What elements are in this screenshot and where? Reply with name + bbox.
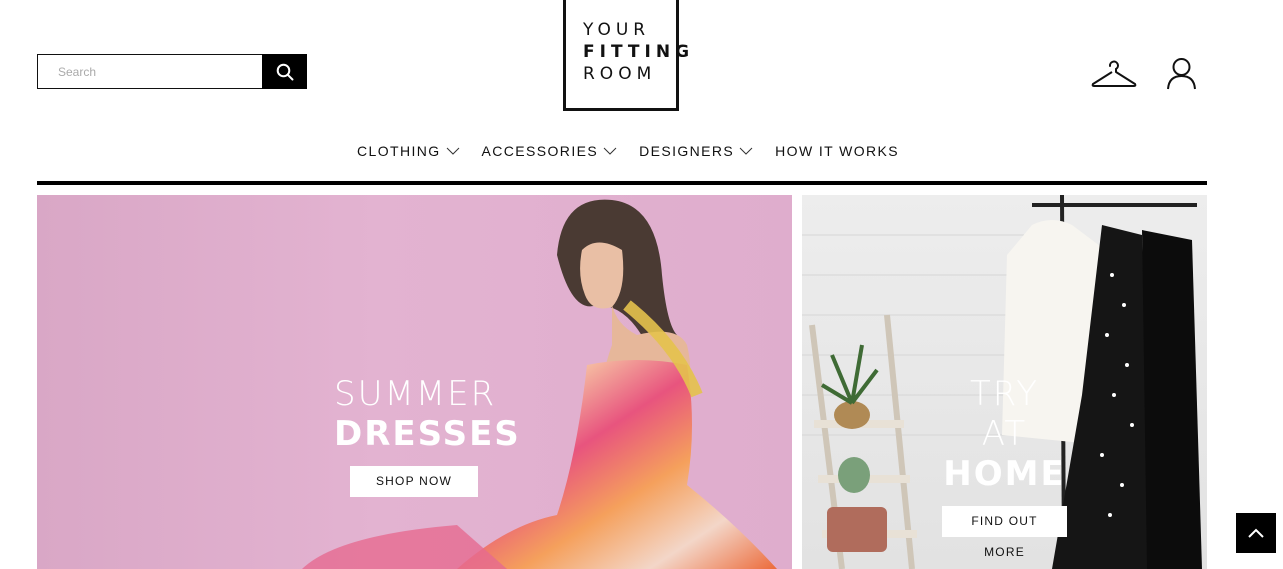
nav-item-designers[interactable]: DESIGNERS	[639, 143, 753, 159]
summer-dresses-caption: SUMMER DRESSES SHOP NOW	[334, 374, 521, 497]
logo-line-3: ROOM	[583, 64, 657, 84]
chevron-up-icon	[1248, 528, 1264, 538]
chevron-down-icon	[446, 147, 459, 155]
try-at-home-caption: TRY AT HOME FIND OUT MORE	[942, 374, 1067, 560]
search-icon	[276, 63, 293, 80]
site-logo[interactable]: YOUR FITTING ROOM	[563, 0, 689, 111]
logo-line-1: YOUR	[583, 20, 651, 40]
logo-line-2: FITTING	[583, 42, 695, 62]
banner-title-line-2: DRESSES	[334, 414, 521, 454]
search-button[interactable]	[262, 54, 307, 89]
nav-item-label: CLOTHING	[357, 143, 441, 159]
nav-item-clothing[interactable]: CLOTHING	[357, 143, 460, 159]
nav-divider	[37, 181, 1207, 185]
find-out-more-button[interactable]: FIND OUT MORE	[942, 506, 1067, 559]
nav-item-label: HOW IT WORKS	[775, 143, 900, 159]
nav-item-accessories[interactable]: ACCESSORIES	[482, 143, 618, 159]
try-at-home-banner[interactable]: TRY AT HOME FIND OUT MORE	[802, 195, 1207, 569]
shop-now-button[interactable]: SHOP NOW	[349, 466, 479, 497]
banner-title-line-2: HOME	[943, 454, 1066, 494]
user-icon	[1167, 58, 1196, 90]
chevron-down-icon	[603, 147, 617, 155]
main-nav: CLOTHING ACCESSORIES DESIGNERS HOW IT WO…	[357, 143, 921, 159]
nav-item-label: DESIGNERS	[639, 143, 735, 159]
summer-dresses-banner[interactable]: SUMMER DRESSES SHOP NOW	[37, 195, 792, 569]
account-button[interactable]	[1165, 57, 1198, 90]
scroll-to-top-button[interactable]	[1236, 513, 1276, 553]
banner-title-line-1: SUMMER	[334, 374, 497, 414]
banner-title-line-1: TRY AT	[970, 374, 1039, 454]
hanger-icon	[1091, 60, 1137, 87]
search-bar	[37, 54, 307, 89]
nav-item-label: ACCESSORIES	[481, 143, 599, 159]
nav-item-how-it-works[interactable]: HOW IT WORKS	[775, 143, 899, 159]
wishlist-button[interactable]	[1091, 58, 1137, 90]
search-input[interactable]	[37, 54, 262, 89]
chevron-down-icon	[739, 147, 753, 155]
